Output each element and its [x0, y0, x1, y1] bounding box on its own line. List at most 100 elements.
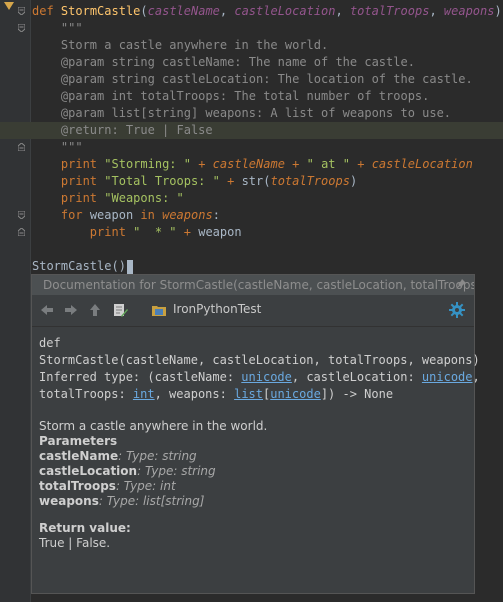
- keyword-print: print: [60, 157, 98, 171]
- inferred-type-line: totalTroops: int, weapons: list[unicode]…: [39, 386, 467, 403]
- param-name: weapons: [443, 4, 495, 18]
- param-name: castleLocation: [234, 4, 336, 18]
- up-arrow-icon[interactable]: [86, 301, 104, 319]
- string-literal: " at ": [306, 157, 350, 171]
- pin-icon[interactable]: [455, 278, 467, 290]
- code-line-print: print "Storming: " + castleName + " at "…: [60, 157, 473, 171]
- loop-variable: weapon: [89, 208, 134, 222]
- keyword-print: print: [60, 191, 98, 205]
- loop-variable: weapon: [198, 225, 242, 239]
- signature-def: def: [39, 336, 61, 350]
- code-line-for: for weapon in weapons:: [60, 208, 220, 222]
- code-line-doc-open: """: [32, 20, 83, 37]
- type-link-unicode[interactable]: unicode: [422, 370, 473, 384]
- code-line-doc-param: @param string castleLocation: The locati…: [32, 71, 473, 88]
- variable-ref: castleName: [212, 157, 285, 171]
- code-line-doc-summary: Storm a castle anywhere in the world.: [32, 37, 328, 54]
- fold-open-icon[interactable]: [18, 24, 25, 32]
- function-name: StormCastle: [60, 4, 141, 18]
- code-line-print: print "Weapons: ": [32, 190, 184, 207]
- module-folder-icon: [152, 306, 166, 316]
- param-row-type: : Type: string: [137, 464, 216, 478]
- code-line-print: print " * " + weapon: [89, 225, 242, 239]
- docstring-text: @param int totalTroops: The total number…: [60, 89, 430, 103]
- forward-arrow-icon[interactable]: [62, 301, 80, 319]
- editor-gutter: [0, 0, 30, 602]
- keyword-in: in: [140, 208, 155, 222]
- param-name: totalTroops: [349, 4, 430, 18]
- variable-ref: weapons: [162, 208, 213, 222]
- type-link-int[interactable]: int: [133, 387, 155, 401]
- code-line-doc-param: @param int totalTroops: The total number…: [32, 88, 429, 105]
- popup-title[interactable]: Documentation for StormCastle(castleName…: [32, 275, 474, 295]
- inferred-type-label: Inferred type: (castleName:: [39, 370, 242, 384]
- param-name: castleName: [147, 4, 220, 18]
- docstring-delimiter: """: [60, 140, 83, 154]
- variable-ref: castleLocation: [371, 157, 473, 171]
- inferred-type-text: ]) -> None: [320, 387, 394, 401]
- bookmark-icon[interactable]: [4, 2, 14, 10]
- param-row: castleLocation: Type: string: [39, 464, 467, 479]
- string-literal: "Total Troops: ": [104, 174, 220, 188]
- popup-toolbar: IronPythonTest: [32, 295, 474, 327]
- inferred-type-text: ,: [472, 370, 480, 384]
- docstring-text: Storm a castle anywhere in the world.: [60, 38, 329, 52]
- param-row-name: weapons: [39, 494, 99, 508]
- return-text: True | False.: [39, 536, 111, 550]
- code-line-call: StormCastle(): [32, 258, 133, 275]
- type-link-unicode[interactable]: unicode: [270, 387, 321, 401]
- keyword-for: for: [60, 208, 83, 222]
- param-row: castleName: Type: string: [39, 449, 467, 464]
- docstring-text: @param string castleName: The name of th…: [60, 55, 415, 69]
- keyword-print: print: [60, 174, 98, 188]
- docstring-text: @return: True | False: [60, 123, 213, 137]
- popup-body: def StormCastle(castleName, castleLocati…: [32, 327, 480, 551]
- string-literal: " * ": [133, 225, 177, 239]
- param-row-name: castleLocation: [39, 464, 138, 478]
- code-line-doc-close: """: [32, 139, 83, 156]
- param-row: totalTroops: Type: int: [39, 479, 467, 494]
- keyword-def: def: [32, 4, 54, 18]
- doc-summary: Storm a castle anywhere in the world.: [39, 419, 268, 433]
- module-label[interactable]: IronPythonTest: [173, 302, 261, 316]
- type-link-list[interactable]: list: [234, 387, 263, 401]
- documentation-popup[interactable]: Documentation for StormCastle(castleName…: [31, 274, 480, 594]
- keyword-print: print: [89, 225, 126, 239]
- fold-open-icon[interactable]: [18, 211, 25, 219]
- signature-line: StormCastle(castleName, castleLocation, …: [39, 353, 480, 367]
- type-link-unicode[interactable]: unicode: [241, 370, 292, 384]
- code-line-doc-param: @param string castleName: The name of th…: [32, 54, 415, 71]
- fold-open-icon[interactable]: [18, 7, 25, 15]
- return-heading: Return value:: [39, 521, 131, 535]
- function-call: StormCastle(: [32, 259, 119, 273]
- docstring-text: @param list[string] weapons: A list of w…: [60, 106, 452, 120]
- variable-ref: totalTroops: [270, 174, 350, 188]
- inferred-type-line: Inferred type: (castleName: unicode, cas…: [39, 369, 480, 386]
- param-row-name: castleName: [39, 449, 119, 463]
- docstring-text: @param string castleLocation: The locati…: [60, 72, 473, 86]
- parameters-heading: Parameters: [39, 434, 118, 448]
- fold-close-icon[interactable]: [18, 228, 25, 236]
- param-row-name: totalTroops: [39, 479, 116, 493]
- string-literal: "Storming: ": [104, 157, 191, 171]
- code-editor[interactable]: def StormCastle(castleName, castleLocati…: [0, 0, 503, 602]
- param-row-type: : Type: list[string]: [98, 494, 205, 508]
- gear-icon[interactable]: [448, 301, 466, 319]
- code-line-doc-param: @param list[string] weapons: A list of w…: [32, 105, 451, 122]
- code-line-doc-return: @return: True | False: [0, 122, 503, 139]
- code-line-print: print "Total Troops: " + str(totalTroops…: [60, 174, 358, 188]
- back-arrow-icon[interactable]: [38, 301, 56, 319]
- string-literal: "Weapons: ": [104, 191, 184, 205]
- param-row-type: : Type: int: [115, 479, 176, 493]
- builtin-call: str: [241, 174, 264, 188]
- edit-source-icon[interactable]: [111, 301, 129, 319]
- inferred-type-text: , castleLocation:: [291, 370, 422, 384]
- docstring-delimiter: """: [60, 21, 83, 35]
- text-caret: [126, 259, 133, 274]
- code-line-def: def StormCastle(castleName, castleLocati…: [32, 4, 503, 18]
- inferred-type-text: , weapons:: [154, 387, 235, 401]
- fold-close-icon[interactable]: [18, 143, 25, 151]
- param-row-type: : Type: string: [118, 449, 197, 463]
- inferred-type-text: totalTroops:: [39, 387, 133, 401]
- param-row: weapons: Type: list[string]: [39, 494, 467, 509]
